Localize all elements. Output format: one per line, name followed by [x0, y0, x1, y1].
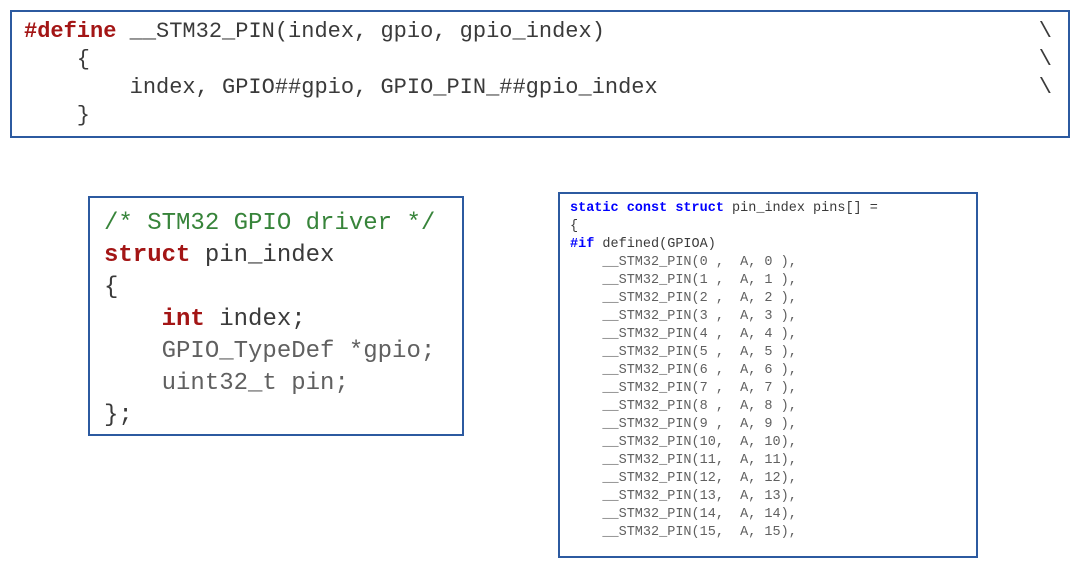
code-token: };: [104, 402, 133, 429]
code-line: }: [24, 102, 1056, 130]
pin-definition-line: __STM32_PIN(7 , A, 7 ),: [570, 380, 966, 398]
code-token: __STM32_PIN(15, A, 15),: [570, 525, 797, 540]
code-token: __STM32_PIN(4 , A, 4 ),: [570, 327, 797, 342]
pin-definition-line: __STM32_PIN(13, A, 13),: [570, 488, 966, 506]
pin-definition-line: __STM32_PIN(6 , A, 6 ),: [570, 362, 966, 380]
code-line: {\: [24, 46, 1056, 74]
code-token: pin_index pins[] =: [724, 201, 878, 216]
code-line: struct pin_index: [104, 240, 448, 272]
code-token: index, GPIO##gpio, GPIO_PIN_##gpio_index: [24, 75, 658, 100]
code-token: __STM32_PIN(8 , A, 8 ),: [570, 399, 797, 414]
code-token: __STM32_PIN(14, A, 14),: [570, 507, 797, 522]
pin-definition-line: __STM32_PIN(5 , A, 5 ),: [570, 344, 966, 362]
code-line: };: [104, 400, 448, 432]
code-line: #define __STM32_PIN(index, gpio, gpio_in…: [24, 18, 1056, 46]
code-line: int index;: [104, 304, 448, 336]
code-token: __STM32_PIN(7 , A, 7 ),: [570, 381, 797, 396]
code-token: __STM32_PIN(1 , A, 1 ),: [570, 273, 797, 288]
code-token: #if: [570, 237, 594, 252]
pin-definition-line: __STM32_PIN(8 , A, 8 ),: [570, 398, 966, 416]
pin-definition-line: __STM32_PIN(14, A, 14),: [570, 506, 966, 524]
pin-definition-line: __STM32_PIN(10, A, 10),: [570, 434, 966, 452]
code-token: int: [162, 306, 205, 333]
pin-definition-line: __STM32_PIN(0 , A, 0 ),: [570, 254, 966, 272]
code-token: __STM32_PIN(index, gpio, gpio_index): [116, 19, 604, 44]
pin-definition-line: __STM32_PIN(15, A, 15),: [570, 524, 966, 542]
code-line: /* STM32 GPIO driver */: [104, 208, 448, 240]
code-line: #if defined(GPIOA): [570, 236, 966, 254]
code-token: __STM32_PIN(12, A, 12),: [570, 471, 797, 486]
code-token: __STM32_PIN(2 , A, 2 ),: [570, 291, 797, 306]
code-token: {: [570, 219, 578, 234]
line-continuation-backslash: \: [1039, 74, 1052, 102]
code-token: index;: [205, 306, 306, 333]
code-token: __STM32_PIN(9 , A, 9 ),: [570, 417, 797, 432]
code-token: __STM32_PIN(10, A, 10),: [570, 435, 797, 450]
code-line: {: [570, 218, 966, 236]
pin-definition-line: __STM32_PIN(12, A, 12),: [570, 470, 966, 488]
code-token: #define: [24, 19, 116, 44]
pin-definition-line: __STM32_PIN(11, A, 11),: [570, 452, 966, 470]
pin-definition-line: __STM32_PIN(4 , A, 4 ),: [570, 326, 966, 344]
code-token: defined(GPIOA): [594, 237, 716, 252]
pin-definition-line: __STM32_PIN(9 , A, 9 ),: [570, 416, 966, 434]
code-token: __STM32_PIN(0 , A, 0 ),: [570, 255, 797, 270]
pin-definition-line: __STM32_PIN(2 , A, 2 ),: [570, 290, 966, 308]
code-box-struct: /* STM32 GPIO driver */struct pin_index{…: [88, 196, 464, 436]
code-token: pin_index: [190, 242, 334, 269]
pin-definition-line: __STM32_PIN(3 , A, 3 ),: [570, 308, 966, 326]
code-box-pins-array: static const struct pin_index pins[] ={#…: [558, 192, 978, 558]
code-token: uint32_t pin;: [104, 370, 349, 397]
code-box-macro: #define __STM32_PIN(index, gpio, gpio_in…: [10, 10, 1070, 138]
code-token: __STM32_PIN(5 , A, 5 ),: [570, 345, 797, 360]
code-line: index, GPIO##gpio, GPIO_PIN_##gpio_index…: [24, 74, 1056, 102]
code-token: static const struct: [570, 201, 724, 216]
line-continuation-backslash: \: [1039, 18, 1052, 46]
code-line: uint32_t pin;: [104, 368, 448, 400]
code-line: {: [104, 272, 448, 304]
code-token: {: [104, 274, 118, 301]
code-line: static const struct pin_index pins[] =: [570, 200, 966, 218]
code-token: __STM32_PIN(3 , A, 3 ),: [570, 309, 797, 324]
code-token: /* STM32 GPIO driver */: [104, 210, 435, 237]
code-token: }: [24, 103, 90, 128]
code-token: GPIO_TypeDef *gpio;: [104, 338, 435, 365]
code-token: __STM32_PIN(11, A, 11),: [570, 453, 797, 468]
pin-definition-line: __STM32_PIN(1 , A, 1 ),: [570, 272, 966, 290]
code-token: {: [24, 47, 90, 72]
code-token: [104, 306, 162, 333]
line-continuation-backslash: \: [1039, 46, 1052, 74]
code-token: __STM32_PIN(13, A, 13),: [570, 489, 797, 504]
code-line: GPIO_TypeDef *gpio;: [104, 336, 448, 368]
code-token: __STM32_PIN(6 , A, 6 ),: [570, 363, 797, 378]
code-token: struct: [104, 242, 190, 269]
